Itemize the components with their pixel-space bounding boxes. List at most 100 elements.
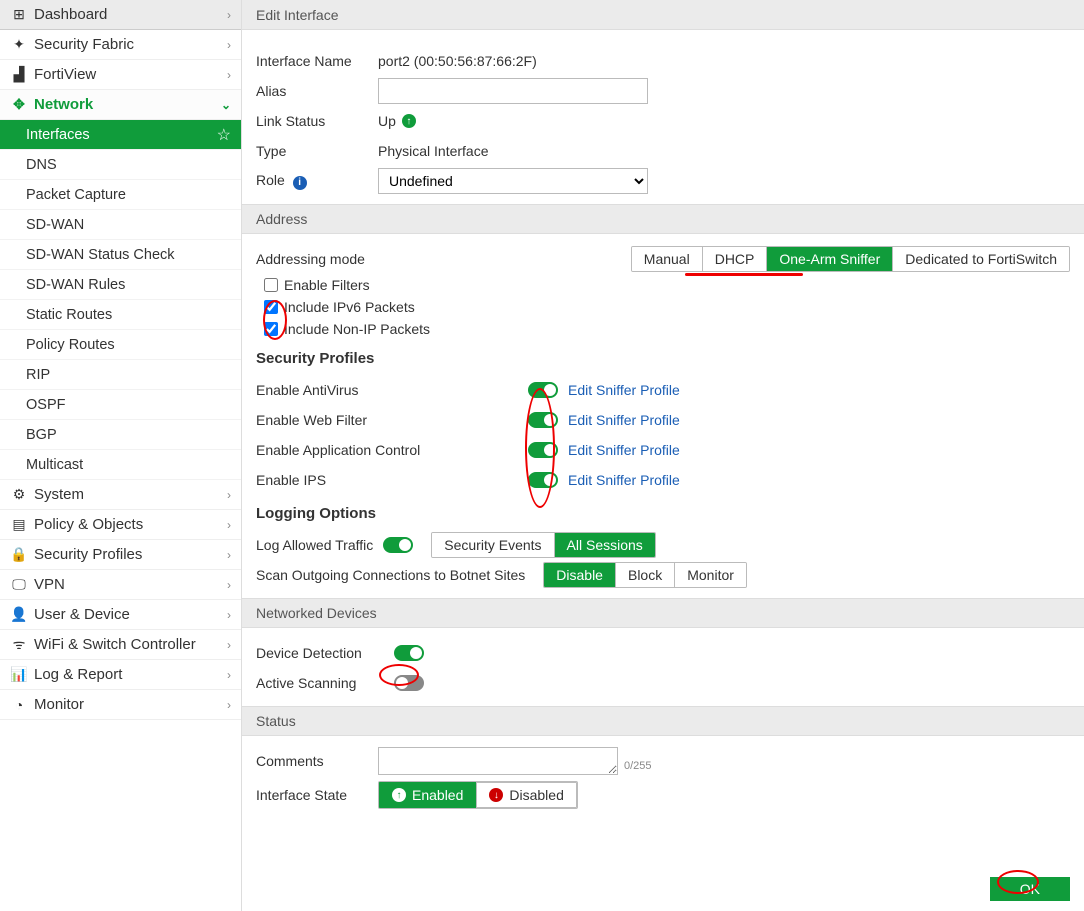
chevron-right-icon: › (227, 548, 231, 562)
nav-fortiview[interactable]: ▟ FortiView › (0, 60, 241, 90)
nav-dns[interactable]: DNS (0, 150, 241, 180)
nav-sdwan-rules[interactable]: SD-WAN Rules (0, 270, 241, 300)
enable-webfilter-label: Enable Web Filter (256, 412, 528, 428)
log-allowed-label: Log Allowed Traffic (256, 537, 373, 553)
nav-system[interactable]: ⚙ System › (0, 480, 241, 510)
nav-label: VPN (34, 576, 65, 593)
nav-label: Log & Report (34, 666, 122, 683)
nav-label: Policy & Objects (34, 516, 143, 533)
nav-label: SD-WAN Rules (26, 277, 125, 293)
nav-security-fabric[interactable]: ✦ Security Fabric › (0, 30, 241, 60)
nav-packet-capture[interactable]: Packet Capture (0, 180, 241, 210)
edit-ips-link[interactable]: Edit Sniffer Profile (568, 472, 680, 488)
nav-rip[interactable]: RIP (0, 360, 241, 390)
botnet-disable[interactable]: Disable (544, 563, 616, 587)
up-arrow-icon: ↑ (392, 788, 406, 802)
monitor-icon: ◔ (10, 697, 28, 713)
alias-input[interactable] (378, 78, 648, 104)
active-scanning-toggle[interactable] (394, 675, 424, 691)
nav-dashboard[interactable]: ⊞ Dashboard › (0, 0, 241, 30)
mode-one-arm-sniffer[interactable]: One-Arm Sniffer (767, 247, 893, 271)
edit-webfilter-link[interactable]: Edit Sniffer Profile (568, 412, 680, 428)
info-icon[interactable]: i (293, 176, 307, 190)
chevron-right-icon: › (227, 488, 231, 502)
mode-dhcp[interactable]: DHCP (703, 247, 768, 271)
interface-name-value: port2 (00:50:56:87:66:2F) (378, 53, 537, 69)
nav-ospf[interactable]: OSPF (0, 390, 241, 420)
nav-label: Packet Capture (26, 187, 126, 203)
log-allowed-group: Security Events All Sessions (431, 532, 656, 558)
nav-vpn[interactable]: 🖵 VPN › (0, 570, 241, 600)
role-label: Role i (256, 172, 378, 190)
vpn-icon: 🖵 (10, 576, 28, 593)
chevron-right-icon: › (227, 578, 231, 592)
enable-filters-checkbox[interactable] (264, 278, 278, 292)
policy-icon: ▤ (10, 516, 28, 533)
mode-fortiswitch[interactable]: Dedicated to FortiSwitch (893, 247, 1069, 271)
enable-ips-toggle[interactable] (528, 472, 558, 488)
nav-wifi-switch[interactable]: ᯤ WiFi & Switch Controller › (0, 630, 241, 660)
device-detection-toggle[interactable] (394, 645, 424, 661)
nav-security-profiles[interactable]: 🔒 Security Profiles › (0, 540, 241, 570)
networked-devices-header: Networked Devices (242, 598, 1084, 628)
nav-label: Multicast (26, 457, 83, 473)
state-disabled[interactable]: ↓ Disabled (476, 782, 576, 808)
nav-label: Security Profiles (34, 546, 142, 563)
nav-static-routes[interactable]: Static Routes (0, 300, 241, 330)
edit-appcontrol-link[interactable]: Edit Sniffer Profile (568, 442, 680, 458)
log-all-sessions[interactable]: All Sessions (555, 533, 655, 557)
nav-user-device[interactable]: 👤 User & Device › (0, 600, 241, 630)
network-icon: ✥ (10, 96, 28, 113)
user-icon: 👤 (10, 606, 28, 623)
type-label: Type (256, 143, 378, 159)
nav-label: Policy Routes (26, 337, 115, 353)
nav-log-report[interactable]: 📊 Log & Report › (0, 660, 241, 690)
nav-label: FortiView (34, 66, 96, 83)
nav-label: DNS (26, 157, 57, 173)
enable-ips-label: Enable IPS (256, 472, 528, 488)
nav-sdwan[interactable]: SD-WAN (0, 210, 241, 240)
enable-webfilter-toggle[interactable] (528, 412, 558, 428)
main-panel: Edit Interface Interface Name port2 (00:… (242, 0, 1084, 911)
include-ipv6-label: Include IPv6 Packets (284, 299, 415, 315)
nav-label: Monitor (34, 696, 84, 713)
nav-label: Network (34, 96, 93, 113)
include-ipv6-checkbox[interactable] (264, 300, 278, 314)
nav-label: Dashboard (34, 6, 107, 23)
enable-appcontrol-label: Enable Application Control (256, 442, 528, 458)
dashboard-icon: ⊞ (10, 6, 28, 23)
include-nonip-checkbox[interactable] (264, 322, 278, 336)
wifi-icon: ᯤ (10, 635, 28, 654)
edit-av-link[interactable]: Edit Sniffer Profile (568, 382, 680, 398)
alias-label: Alias (256, 83, 378, 99)
enable-av-toggle[interactable] (528, 382, 558, 398)
nav-label: SD-WAN Status Check (26, 247, 175, 263)
role-select[interactable]: Undefined (378, 168, 648, 194)
state-enabled[interactable]: ↑ Enabled (379, 782, 476, 808)
mode-manual[interactable]: Manual (632, 247, 703, 271)
star-icon[interactable]: ☆ (217, 125, 231, 145)
nav-label: Static Routes (26, 307, 112, 323)
comments-count: 0/255 (624, 760, 652, 776)
nav-bgp[interactable]: BGP (0, 420, 241, 450)
enable-appcontrol-toggle[interactable] (528, 442, 558, 458)
botnet-group: Disable Block Monitor (543, 562, 747, 588)
log-security-events[interactable]: Security Events (432, 533, 554, 557)
address-header: Address (242, 204, 1084, 234)
chevron-down-icon: ⌄ (221, 98, 231, 112)
nav-policy-objects[interactable]: ▤ Policy & Objects › (0, 510, 241, 540)
nav-monitor[interactable]: ◔ Monitor › (0, 690, 241, 720)
nav-interfaces[interactable]: Interfaces ☆ (0, 120, 241, 150)
down-arrow-icon: ↓ (489, 788, 503, 802)
comments-textarea[interactable] (378, 747, 618, 775)
botnet-block[interactable]: Block (616, 563, 675, 587)
botnet-monitor[interactable]: Monitor (675, 563, 746, 587)
nav-multicast[interactable]: Multicast (0, 450, 241, 480)
ok-button[interactable]: OK (990, 877, 1070, 901)
up-arrow-icon: ↑ (402, 114, 416, 128)
chevron-right-icon: › (227, 68, 231, 82)
nav-policy-routes[interactable]: Policy Routes (0, 330, 241, 360)
nav-network[interactable]: ✥ Network ⌄ (0, 90, 241, 120)
nav-sdwan-status[interactable]: SD-WAN Status Check (0, 240, 241, 270)
log-allowed-toggle[interactable] (383, 537, 413, 553)
